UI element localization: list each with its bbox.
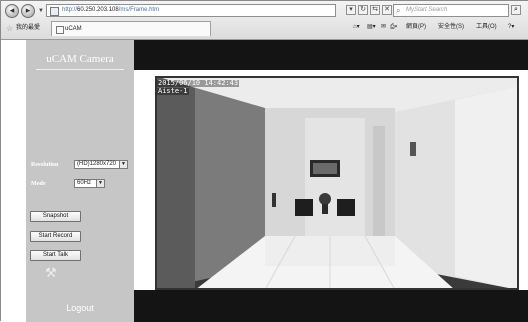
chevron-down-icon: ▼: [96, 180, 104, 187]
control-sidebar: uCAM Camera Resolution (HD)1280x720 ▼ Mo…: [26, 40, 134, 322]
browser-tab[interactable]: uCAM: [51, 21, 211, 36]
tab-page-icon: [56, 26, 64, 34]
snapshot-button[interactable]: Snapshot: [30, 211, 81, 222]
camera-page: uCAM Camera Resolution (HD)1280x720 ▼ Mo…: [1, 40, 528, 322]
stop-icon[interactable]: ✕: [382, 5, 392, 15]
address-bar[interactable]: http://60.250.203.108/ms/Frame.htm: [46, 4, 336, 17]
brand-divider: [36, 69, 124, 70]
refresh-icon[interactable]: ↻: [358, 5, 368, 15]
resolution-label: Resolution: [31, 162, 59, 168]
start-record-button[interactable]: Start Record: [30, 231, 81, 242]
tab-title: uCAM: [65, 26, 82, 32]
start-talk-button[interactable]: Start Talk: [30, 250, 81, 261]
go-icon[interactable]: ⇆: [370, 5, 380, 15]
hallway-image: [155, 76, 519, 290]
menu-page[interactable]: 網頁(P): [406, 23, 426, 32]
back-arrow-icon[interactable]: ◂: [5, 4, 19, 18]
camera-video: 2015/06/10 14:42:43 Aiste-1: [155, 76, 519, 290]
browser-window: ◂ ▸ ▼ http://60.250.203.108/ms/Frame.htm…: [0, 0, 528, 322]
search-placeholder: MyStart Search: [406, 7, 448, 13]
mode-select[interactable]: 60Hz ▼: [74, 179, 105, 188]
help-icon[interactable]: ?▾: [508, 23, 514, 32]
home-icon[interactable]: ⌂▾: [353, 23, 360, 32]
address-host: 60.250.203.108: [77, 7, 119, 13]
top-black-bar: [134, 40, 528, 70]
bottom-black-bar: [134, 290, 528, 322]
right-strip: [519, 70, 528, 290]
search-go-icon[interactable]: ⌕: [511, 5, 521, 15]
page-icon: [50, 7, 59, 16]
search-icon: ⌕: [396, 6, 401, 15]
chevron-down-icon: ▼: [119, 161, 127, 168]
print-icon[interactable]: ⎙▾: [390, 23, 397, 32]
video-timestamp: 2015/06/10 14:42:43: [157, 79, 240, 87]
video-camera-name: Aiste-1: [157, 87, 189, 95]
search-input[interactable]: ⌕ MyStart Search: [393, 4, 509, 17]
brand-title: uCAM Camera: [46, 53, 114, 65]
address-prefix: http://: [62, 7, 78, 13]
logout-link[interactable]: Logout: [26, 303, 134, 313]
resolution-select[interactable]: (HD)1280x720 ▼: [74, 160, 128, 169]
forward-arrow-icon[interactable]: ▸: [21, 4, 35, 18]
feeds-icon[interactable]: ▤▾: [367, 23, 376, 32]
tools-icon[interactable]: ⚒: [45, 267, 57, 281]
compat-view-icon[interactable]: ▾: [346, 5, 356, 15]
menu-safety[interactable]: 安全性(S): [438, 23, 464, 32]
mode-label: Mode: [31, 181, 46, 187]
history-dropdown-icon[interactable]: ▼: [38, 8, 44, 14]
favorites-label[interactable]: 我的最愛: [16, 24, 40, 33]
address-text: http://60.250.203.108/ms/Frame.htm: [62, 5, 159, 16]
address-path: /ms/Frame.htm: [118, 7, 160, 13]
mail-icon[interactable]: ✉: [381, 23, 386, 32]
favorites-star-icon[interactable]: ☆: [6, 24, 13, 33]
resolution-value: (HD)1280x720: [77, 161, 117, 167]
browser-toolbar: ◂ ▸ ▼ http://60.250.203.108/ms/Frame.htm…: [1, 1, 528, 40]
menu-tools[interactable]: 工具(O): [476, 23, 497, 32]
mode-value: 60Hz: [77, 180, 92, 186]
